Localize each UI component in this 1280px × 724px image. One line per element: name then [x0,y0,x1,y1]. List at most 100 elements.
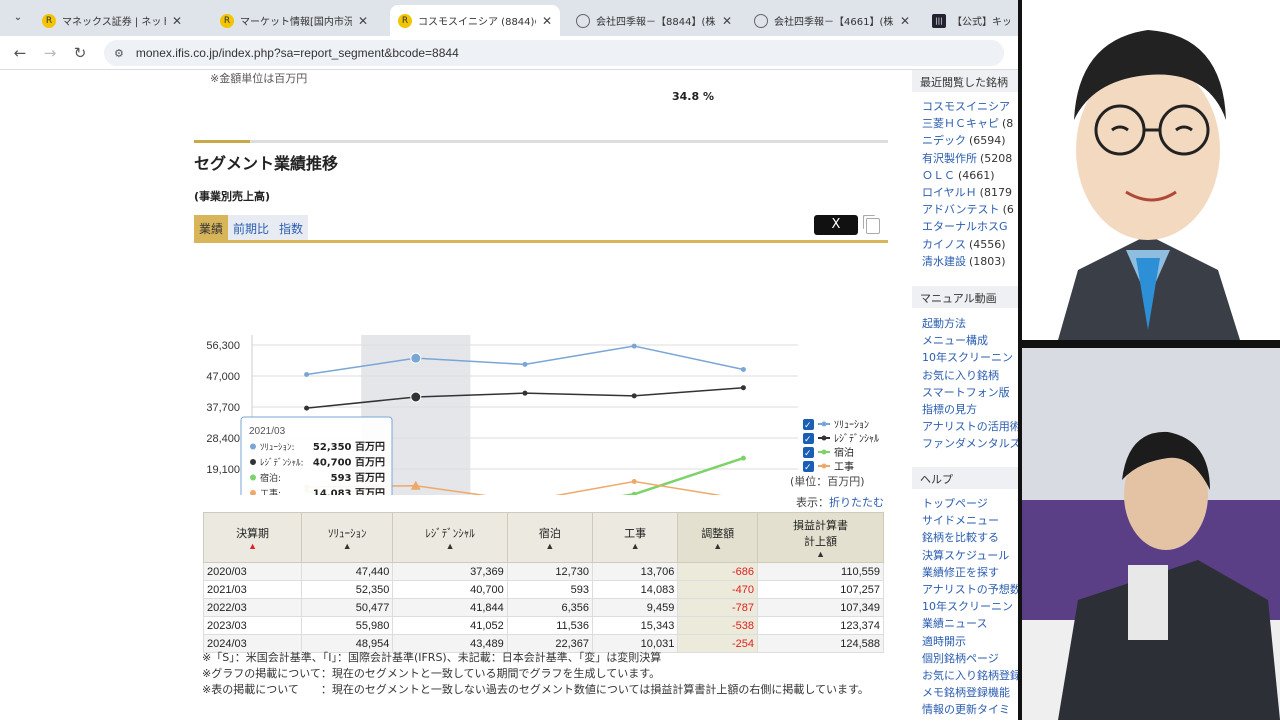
link-label: 10年スクリーニン [922,600,1013,614]
sidebar-link[interactable]: 個別銘柄ページ [922,650,1018,666]
stock-name: ＯＬＣ [922,168,955,182]
sort-arrow-icon[interactable]: ▲ [680,541,755,551]
sidebar-link[interactable]: エターナルホスG [922,218,1018,234]
sidebar-link[interactable]: 業績修正を探す [922,564,1018,580]
address-bar-row: ← → ↻ ⚙ monex.ifis.co.jp/index.php?sa=re… [0,36,1018,70]
tab-title: マネックス証券 | ネット証券 ( [62,17,166,28]
legend-marker [821,449,827,455]
link-label: スマートフォン版 [922,385,1010,399]
table-cell: 9,459 [592,598,679,617]
tooltip-value: 40,700 百万円 [313,457,385,469]
close-tab-icon[interactable]: ✕ [722,14,732,28]
tab-index[interactable]: 指数 [274,215,309,241]
sidebar-link[interactable]: お気に入り銘柄 [922,367,1018,383]
sort-arrow-icon[interactable]: ▲ [304,541,390,551]
link-label: アナリストの予想数 [922,583,1018,596]
header-label: 工事 [624,527,647,540]
data-point [304,405,310,411]
close-tab-icon[interactable]: ✕ [542,14,552,28]
tab-yoy[interactable]: 前期比 [228,215,275,241]
tooltip-title: 2021/03 [249,426,286,437]
sidebar-link[interactable]: アドバンテスト (6 [922,201,1018,217]
table-header[interactable]: ﾚｼﾞﾃﾞﾝｼｬﾙ ▲ [392,512,508,563]
check-icon: ✓ [804,449,812,459]
sidebar-link[interactable]: 清水建設 (1803) [922,253,1018,269]
sidebar-link[interactable]: 有沢製作所 (5208 [922,150,1018,166]
stock-code: (6594) [969,134,1006,148]
table-header[interactable]: ｿﾘｭｰｼｮﾝ ▲ [301,512,394,563]
x-share-button[interactable]: X [814,215,858,235]
close-tab-icon[interactable]: ✕ [172,14,182,28]
sidebar-link[interactable]: アナリストの活用術 [922,418,1018,434]
stock-name: 清水建設 [922,254,966,268]
sidebar-link[interactable]: 10年スクリーニン [922,598,1018,614]
browser-tab[interactable]: R マネックス証券 | ネット証券 (✕ [34,5,190,36]
stock-code: (4556) [969,237,1006,251]
table-cell: 2021/03 [202,580,303,599]
sidebar-link[interactable]: 三菱ＨＣキャピ (8 [922,115,1018,131]
back-button[interactable]: ← [10,44,30,62]
sidebar-link[interactable]: ファンダメンタルズ [922,435,1018,451]
globe-icon [576,13,590,28]
sidebar-link[interactable]: アナリストの予想数 [922,581,1018,597]
sort-arrow-icon[interactable]: ▲ [510,541,590,551]
sort-arrow-icon[interactable]: ▲ [760,549,881,559]
browser-tab[interactable]: ||| 【公式】キッチン付 [924,5,1018,36]
forward-button[interactable]: → [40,44,60,62]
sidebar-link[interactable]: 決算スケジュール [922,547,1018,563]
sidebar-link[interactable]: トップページ [922,495,1018,511]
sidebar-link[interactable]: メニュー構成 [922,332,1018,348]
sidebar-link[interactable]: サイドメニュー [922,512,1018,528]
table-header[interactable]: 工事 ▲ [592,512,679,563]
sidebar-link[interactable]: 適時開示 [922,633,1018,649]
tab-title: 会社四季報－【4661】(株)オ [774,17,894,28]
sidebar-link[interactable]: 業績ニュース [922,615,1018,631]
sort-arrow-icon[interactable]: ▲ [595,541,675,551]
sidebar-link[interactable]: ロイヤルＨ (8179 [922,184,1018,200]
sidebar-link[interactable]: 指標の見方 [922,401,1018,417]
sidebar-link[interactable]: ニデック (6594) [922,132,1018,148]
sidebar-link[interactable]: 起動方法 [922,315,1018,331]
stock-code: (1803) [969,254,1006,268]
data-point [522,390,528,396]
browser-tab[interactable]: 会社四季報－【8844】(株)コ ✕ [568,5,740,36]
url-input[interactable]: ⚙ monex.ifis.co.jp/index.php?sa=report_s… [104,40,1004,66]
sidebar-link[interactable]: お気に入り銘柄登録 [922,667,1018,683]
link-label: お気に入り銘柄登録 [922,669,1018,682]
sidebar-link[interactable]: メモ銘柄登録機能 [922,684,1018,700]
close-tab-icon[interactable]: ✕ [358,14,368,28]
manual-video-heading: マニュアル動画 [912,286,1018,308]
sidebar-link[interactable]: コスモスイニシア [922,98,1018,114]
table-cell: 2023/03 [202,616,303,635]
table-cell: 50,477 [301,598,394,617]
sidebar-link[interactable]: ＯＬＣ (4661) [922,167,1018,183]
segment-line-chart: 56,30047,00037,70028,40019,1009,80050020… [206,335,879,495]
table-header[interactable]: 調整額 ▲ [677,512,759,563]
table-row: 2021/03 52,350 40,700 593 14,083 -470 107,257 [202,580,884,599]
table-header[interactable]: 決算期 ▲ [202,512,303,563]
table-cell: 107,349 [757,598,884,617]
browser-tab[interactable]: R コスモスイニシア (8844)のセグ ✕ [390,5,560,36]
table-header[interactable]: 損益計算書 計上額 ▲ [757,512,884,563]
sidebar-link[interactable]: 情報の更新タイミ [922,701,1018,717]
y-tick-label: 19,100 [206,464,240,476]
copy-icon[interactable] [866,218,880,234]
sort-arrow-icon[interactable]: ▲ [206,541,299,551]
sidebar-link[interactable]: 10年スクリーニン [922,349,1018,365]
sidebar-link[interactable]: カイノス (4556) [922,236,1018,252]
tooltip-marker [250,474,256,481]
close-tab-icon[interactable]: ✕ [900,14,910,28]
browser-tab[interactable]: R マーケット情報[国内市況]／マ ✕ [212,5,376,36]
sidebar-link[interactable]: 銘柄を比較する [922,529,1018,545]
browser-tab[interactable]: 会社四季報－【4661】(株)オ ✕ [746,5,918,36]
table-header[interactable]: 宿泊 ▲ [506,512,594,563]
sidebar-link[interactable]: スマートフォン版 [922,384,1018,400]
fold-link[interactable]: 折りたたむ [829,496,884,509]
stock-name: カイノス [922,237,966,251]
tab-results[interactable]: 業績 [194,215,229,241]
sort-arrow-icon[interactable]: ▲ [395,541,504,551]
stock-code: (8179 [979,186,1012,199]
reload-button[interactable]: ↻ [70,44,90,62]
tab-list-dropdown[interactable]: ⌄ [8,9,28,27]
site-info-icon[interactable]: ⚙ [114,47,124,60]
